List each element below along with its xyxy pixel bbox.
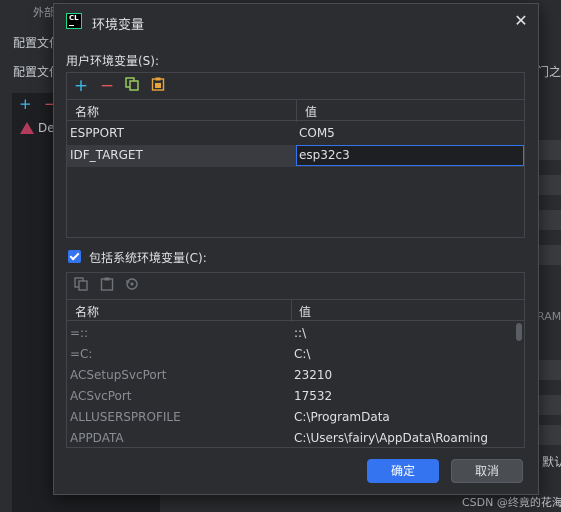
user-table-toolbar: + − (67, 73, 524, 99)
column-divider[interactable] (291, 300, 292, 322)
copy-icon[interactable] (123, 77, 141, 95)
paste-icon (98, 277, 116, 295)
table-row[interactable]: =:: ::\ (67, 323, 524, 345)
clion-app-icon: CL (66, 13, 82, 29)
row-name: ESPPORT (70, 126, 124, 140)
system-table-toolbar (67, 273, 524, 299)
system-table-header: 名称 值 (67, 299, 524, 322)
bg-right-field-7 (537, 425, 561, 445)
system-env-table: 名称 值 =:: ::\ =C: C:\ ACSetupSvcPort 2321… (66, 272, 525, 448)
bg-right-field-1 (537, 140, 561, 160)
revert-icon (123, 277, 141, 295)
row-value: C:\ (294, 347, 311, 361)
table-row[interactable]: APPDATA C:\Users\fairy\AppData\Roaming (67, 428, 524, 447)
vertical-scrollbar[interactable] (515, 321, 523, 447)
watermark-footer: CSDN @终竟的花海 (462, 496, 561, 509)
row-name: ACSetupSvcPort (70, 368, 167, 382)
row-value: C:\ProgramData (294, 410, 390, 424)
row-name: APPDATA (70, 431, 124, 445)
value-edit-field[interactable]: esp32c3 (296, 145, 524, 166)
column-divider[interactable] (296, 100, 297, 122)
bg-right-field-5 (537, 360, 561, 380)
env-vars-dialog: CL 环境变量 ✕ 用户环境变量(S): + − 名称 值 ESPPORT CO… (53, 3, 539, 495)
row-name: ACSvcPort (70, 389, 132, 403)
include-system-checkbox[interactable] (68, 250, 81, 263)
bg-right-text-2: RAM= (537, 310, 561, 323)
bg-add-icon[interactable]: + (19, 95, 32, 113)
row-value: COM5 (299, 126, 335, 140)
user-env-table: + − 名称 值 ESPPORT COM5 IDF_TARGET esp32c3 (66, 72, 525, 238)
include-system-label[interactable]: 包括系统环境变量(C): (89, 249, 207, 266)
table-row[interactable]: ALLUSERSPROFILE C:\ProgramData (67, 407, 524, 429)
close-icon[interactable]: ✕ (512, 12, 530, 30)
bg-right-field-6 (537, 395, 561, 415)
bg-right-text-3: 默认 (542, 455, 561, 469)
row-name: =:: (70, 326, 89, 340)
bg-right-field-2 (537, 175, 561, 195)
row-name: =C: (70, 347, 93, 361)
table-row[interactable]: =C: C:\ (67, 344, 524, 366)
table-row[interactable]: ESPPORT COM5 (67, 123, 524, 145)
system-col-value[interactable]: 值 (299, 303, 311, 320)
remove-icon[interactable]: − (98, 77, 116, 95)
bg-tree-item-icon (20, 122, 34, 134)
system-col-name[interactable]: 名称 (75, 303, 99, 320)
ok-button[interactable]: 确定 (367, 459, 439, 483)
user-col-value[interactable]: 值 (305, 103, 317, 120)
row-value: ::\ (294, 326, 307, 340)
table-row[interactable]: ACSvcPort 17532 (67, 386, 524, 408)
row-name: ALLUSERSPROFILE (70, 410, 181, 424)
user-col-name[interactable]: 名称 (75, 103, 99, 120)
row-name: IDF_TARGET (70, 148, 143, 162)
add-icon[interactable]: + (72, 77, 90, 95)
bg-right-field-3 (537, 210, 561, 230)
row-value: 17532 (294, 389, 333, 403)
copy-icon (72, 277, 90, 295)
bg-right-field-4 (537, 245, 561, 265)
scrollbar-thumb[interactable] (516, 323, 522, 341)
user-env-label: 用户环境变量(S): (66, 54, 160, 68)
row-value: C:\Users\fairy\AppData\Roaming (294, 431, 488, 445)
row-value: 23210 (294, 368, 333, 382)
table-row-selected[interactable]: IDF_TARGET esp32c3 (67, 145, 524, 167)
paste-icon[interactable] (149, 77, 167, 95)
bg-top-label: 外部 (33, 6, 55, 19)
user-table-header: 名称 值 (67, 99, 524, 122)
dialog-titlebar[interactable]: CL 环境变量 ✕ (54, 4, 538, 40)
bg-right-text-1: 门之间 (537, 65, 561, 79)
dialog-title: 环境变量 (92, 18, 145, 33)
table-row[interactable]: ACSetupSvcPort 23210 (67, 365, 524, 387)
cancel-button[interactable]: 取消 (451, 459, 523, 483)
